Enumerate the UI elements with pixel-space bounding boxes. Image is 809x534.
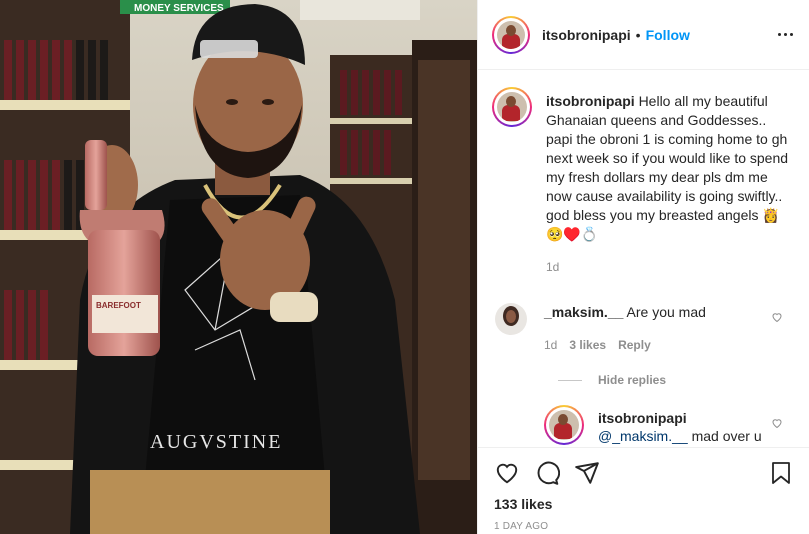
follow-button[interactable]: Follow [646, 27, 690, 43]
photo-illustration: MONEY SERVICES AUGVSTINE BAREFOOT [0, 0, 477, 534]
commenter-avatar[interactable] [495, 303, 527, 335]
side-panel: itsobronipapi • Follow itsobronipapi Hel… [477, 0, 809, 534]
comment-icon[interactable] [534, 460, 560, 486]
reply-mention[interactable]: @_maksim.__ [598, 428, 688, 444]
small-heart-icon[interactable] [771, 417, 783, 429]
reply-username[interactable]: itsobronipapi [598, 409, 763, 427]
comment-meta: 1d 3 likes Reply [544, 336, 793, 355]
post-header: itsobronipapi • Follow [478, 0, 809, 70]
comments-section[interactable]: itsobronipapi Hello all my beautiful Gha… [478, 71, 809, 447]
caption-text: Hello all my beautiful Ghanaian queens a… [546, 93, 789, 242]
hide-replies-button[interactable]: Hide replies [558, 373, 793, 387]
comment-body: _maksim.__ Are you mad 1d 3 likes Reply [544, 303, 793, 355]
post-actions: 133 likes 1 DAY AGO [478, 447, 809, 532]
more-icon[interactable] [778, 33, 793, 36]
store-sign: MONEY SERVICES [134, 3, 224, 14]
likes-count[interactable]: 133 likes [494, 496, 793, 512]
comment-likes[interactable]: 3 likes [569, 336, 606, 355]
author-username[interactable]: itsobronipapi [542, 27, 631, 43]
reply-body: itsobronipapi @_maksim.__ mad over u gir… [598, 409, 793, 447]
bookmark-icon[interactable] [769, 460, 793, 486]
author-avatar[interactable] [492, 15, 530, 54]
caption-avatar[interactable] [492, 87, 532, 127]
comment-text: Are you mad [626, 304, 706, 320]
replies-divider [558, 379, 582, 381]
commenter-username[interactable]: _maksim.__ [544, 304, 623, 320]
heart-icon[interactable] [494, 460, 520, 486]
reply-item: itsobronipapi @_maksim.__ mad over u gir… [544, 405, 793, 447]
instagram-post: MONEY SERVICES AUGVSTINE BAREFOOT itsobr… [0, 0, 809, 534]
reply-avatar[interactable] [544, 405, 584, 445]
reply-button[interactable]: Reply [618, 336, 651, 355]
action-icons [494, 460, 793, 486]
caption: itsobronipapi Hello all my beautiful Gha… [492, 87, 793, 277]
comment-item: _maksim.__ Are you mad 1d 3 likes Reply [492, 303, 793, 355]
shirt-text: AUGVSTINE [150, 431, 282, 453]
header-separator: • [635, 26, 641, 43]
hide-replies-label[interactable]: Hide replies [598, 373, 666, 387]
comment-time[interactable]: 1d [544, 336, 557, 355]
caption-time[interactable]: 1d [546, 258, 559, 277]
small-heart-icon[interactable] [771, 311, 783, 323]
caption-username[interactable]: itsobronipapi [546, 93, 635, 109]
post-photo[interactable]: MONEY SERVICES AUGVSTINE BAREFOOT [0, 0, 477, 534]
bottle-label: BAREFOOT [96, 301, 141, 310]
caption-body: itsobronipapi Hello all my beautiful Gha… [546, 92, 793, 277]
share-icon[interactable] [574, 460, 600, 486]
caption-meta: 1d [546, 258, 793, 277]
post-date[interactable]: 1 DAY AGO [494, 521, 793, 532]
